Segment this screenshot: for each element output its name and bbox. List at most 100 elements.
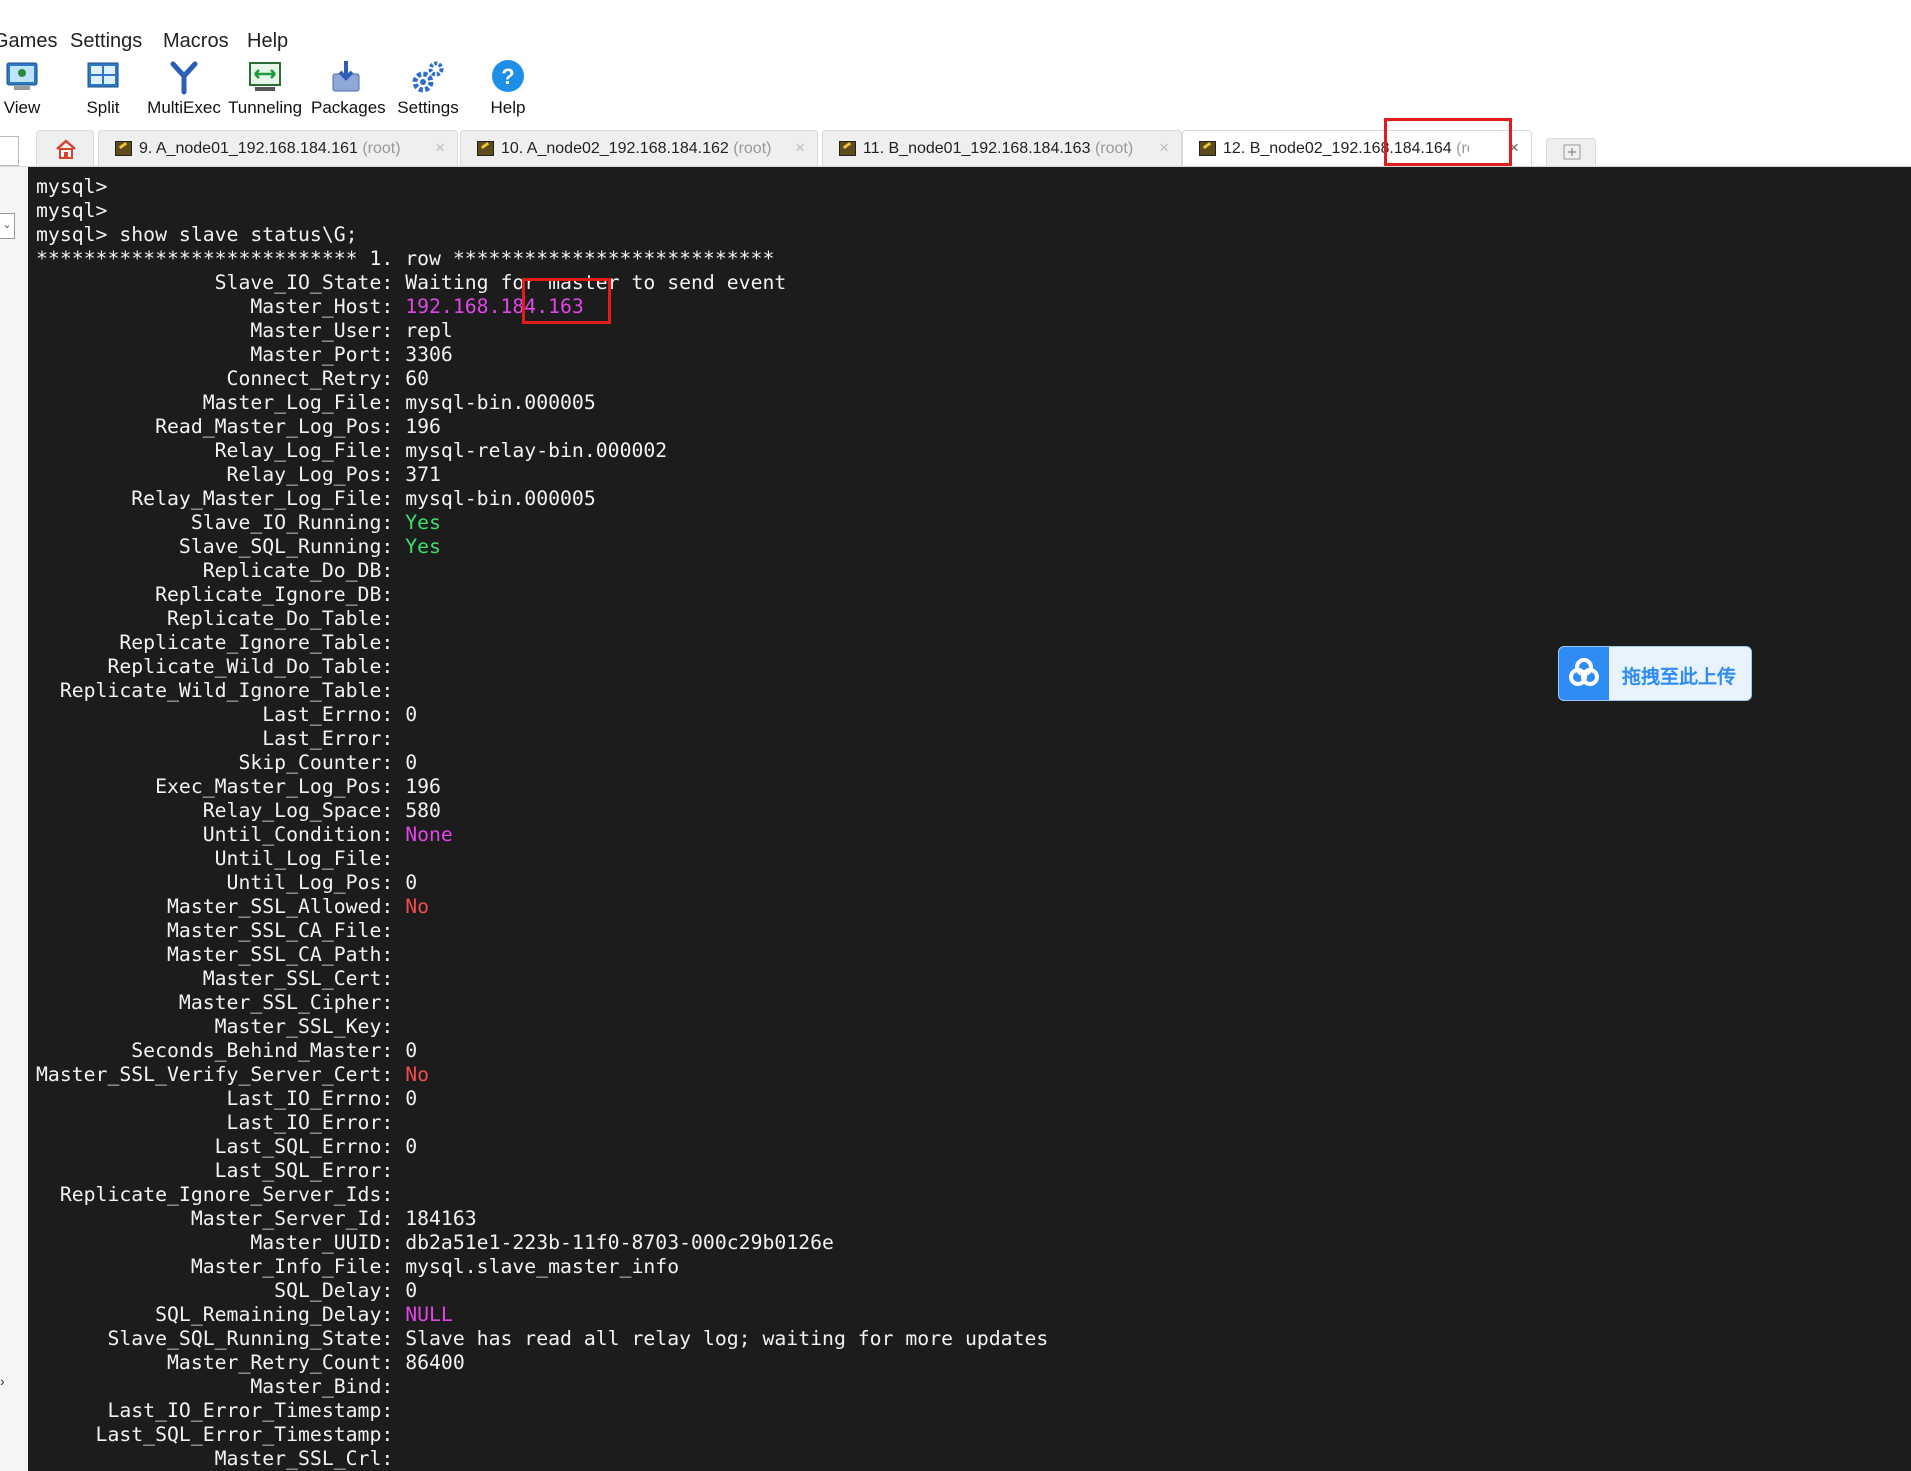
status-field: Until_Condition: None [36, 823, 453, 846]
field-key: Master_SSL_Allowed: [36, 895, 394, 918]
field-key: Master_Log_File: [36, 391, 394, 414]
tunneling-button[interactable]: Tunneling [228, 58, 302, 122]
tab-user: (root) [1094, 140, 1134, 157]
field-key: Master_SSL_Cert: [36, 967, 394, 990]
field-value: No [405, 1063, 430, 1086]
field-value: 0 [405, 871, 418, 894]
close-tab-icon[interactable]: × [435, 138, 445, 158]
status-field: Slave_IO_State: Waiting for master to se… [36, 271, 787, 294]
field-key: Replicate_Do_DB: [36, 559, 394, 582]
close-tab-icon[interactable]: × [795, 138, 805, 158]
field-value: db2a51e1-223b-11f0-8703-000c29b0126e [405, 1231, 834, 1254]
field-key: Master_Bind: [36, 1375, 394, 1398]
field-key: Last_Error: [36, 727, 394, 750]
field-key: Replicate_Do_Table: [36, 607, 394, 630]
field-value: 0 [405, 1279, 418, 1302]
status-field: Last_IO_Error: [36, 1111, 394, 1134]
multiexec-button[interactable]: MultiExec [147, 58, 221, 122]
sidebar-toggle[interactable] [0, 136, 19, 166]
plus-icon [1563, 144, 1581, 160]
field-key: Master_SSL_Cipher: [36, 991, 394, 1014]
status-field: Master_SSL_Allowed: No [36, 895, 429, 918]
status-field: SQL_Remaining_Delay: NULL [36, 1303, 453, 1326]
status-field: Last_IO_Errno: 0 [36, 1087, 418, 1110]
field-value: repl [405, 319, 453, 342]
status-field: Master_Retry_Count: 86400 [36, 1351, 465, 1374]
field-key: Until_Condition: [36, 823, 394, 846]
toolbar: View Split MultiExec Tunneling Packages [0, 58, 1911, 124]
field-key: Last_SQL_Error: [36, 1159, 394, 1182]
chevron-right-icon[interactable]: › [0, 1373, 5, 1389]
mysql-prompt-line: mysql> [36, 175, 108, 198]
status-field: Replicate_Ignore_DB: [36, 583, 393, 606]
packages-button[interactable]: Packages [311, 58, 386, 122]
status-field: Until_Log_Pos: 0 [36, 871, 418, 894]
field-value: mysql-bin.000005 [405, 487, 596, 510]
field-value: mysql-bin.000005 [405, 391, 596, 414]
split-button[interactable]: Split [78, 58, 128, 122]
status-field: Master_SSL_CA_Path: [36, 943, 393, 966]
tunneling-icon [249, 62, 281, 91]
field-key: Master_SSL_CA_Path: [36, 943, 394, 966]
settings-button[interactable]: Settings [396, 58, 460, 122]
status-field: Master_SSL_Cert: [36, 967, 394, 990]
tab-session-9[interactable]: 9. A_node01_192.168.184.161 (root) × [98, 130, 458, 166]
tab-session-11[interactable]: 11. B_node01_192.168.184.163 (root) × [822, 130, 1182, 166]
terminal[interactable]: mysql> mysql> mysql> show slave status\G… [28, 167, 1911, 1471]
status-field: Relay_Log_Space: 580 [36, 799, 441, 822]
status-field: Replicate_Do_Table: [36, 607, 393, 630]
field-key: Connect_Retry: [36, 367, 394, 390]
status-field: Master_SSL_Key: [36, 1015, 394, 1038]
status-field: Relay_Log_File: mysql-relay-bin.000002 [36, 439, 668, 462]
field-value: 0 [405, 751, 418, 774]
field-key: Master_Host: [36, 295, 394, 318]
field-key: Last_SQL_Error_Timestamp: [36, 1423, 394, 1446]
tab-session-10[interactable]: 10. A_node02_192.168.184.162 (root) × [460, 130, 818, 166]
field-key: Replicate_Ignore_Table: [36, 631, 394, 654]
status-field: Master_SSL_Verify_Server_Cert: No [36, 1063, 429, 1086]
status-field: Master_Info_File: mysql.slave_master_inf… [36, 1255, 679, 1278]
tab-bar: 9. A_node01_192.168.184.161 (root) × 10.… [0, 128, 1911, 167]
status-field: Read_Master_Log_Pos: 196 [36, 415, 441, 438]
field-key: Master_Server_Id: [36, 1207, 394, 1230]
status-field: Slave_IO_Running: Yes [36, 511, 441, 534]
highlight-box-master-host [522, 278, 611, 324]
status-field: Master_SSL_Crl: [36, 1447, 394, 1470]
field-value: 580 [405, 799, 441, 822]
terminal-session-icon [115, 141, 132, 156]
menu-help[interactable]: Help [247, 30, 288, 53]
status-field: Last_SQL_Errno: 0 [36, 1135, 418, 1158]
status-field: Master_User: repl [36, 319, 453, 342]
status-field: Master_SSL_Cipher: [36, 991, 393, 1014]
terminal-session-icon [839, 141, 856, 156]
status-field: Connect_Retry: 60 [36, 367, 429, 390]
field-value: 184163 [405, 1207, 477, 1230]
menu-macros[interactable]: Macros [163, 30, 229, 53]
row-header: *************************** 1. row *****… [36, 247, 775, 270]
status-field: Last_Error: [36, 727, 393, 750]
tab-home[interactable] [36, 130, 94, 166]
field-key: Master_Info_File: [36, 1255, 394, 1278]
cloud-upload-icon [1559, 647, 1609, 700]
close-tab-icon[interactable]: × [1159, 138, 1169, 158]
upload-label: 拖拽至此上传 [1622, 667, 1737, 688]
menu-games[interactable]: Games [0, 30, 57, 53]
status-field: Master_Host: 192.168.184.163 [36, 295, 583, 318]
field-key: Master_UUID: [36, 1231, 394, 1254]
terminal-session-icon [477, 141, 494, 156]
menu-settings[interactable]: Settings [70, 30, 142, 53]
field-key: Last_Errno: [36, 703, 394, 726]
view-button[interactable]: View [0, 58, 44, 122]
field-key: Master_SSL_Crl: [36, 1447, 394, 1470]
sidebar-edge: ⌄ › [0, 167, 29, 1471]
status-field: Last_SQL_Error_Timestamp: [36, 1423, 394, 1446]
field-value: Slave has read all relay log; waiting fo… [405, 1327, 1049, 1350]
new-tab-button[interactable] [1546, 138, 1596, 166]
terminal-output: mysql> mysql> mysql> show slave status\G… [36, 175, 1048, 1471]
tab-user: (root) [733, 140, 772, 157]
help-button[interactable]: ? Help [484, 58, 532, 122]
field-key: Relay_Master_Log_File: [36, 487, 394, 510]
chevron-down-icon[interactable]: ⌄ [0, 213, 15, 239]
upload-widget[interactable]: 拖拽至此上传 [1558, 646, 1752, 701]
field-value: 0 [405, 1135, 418, 1158]
